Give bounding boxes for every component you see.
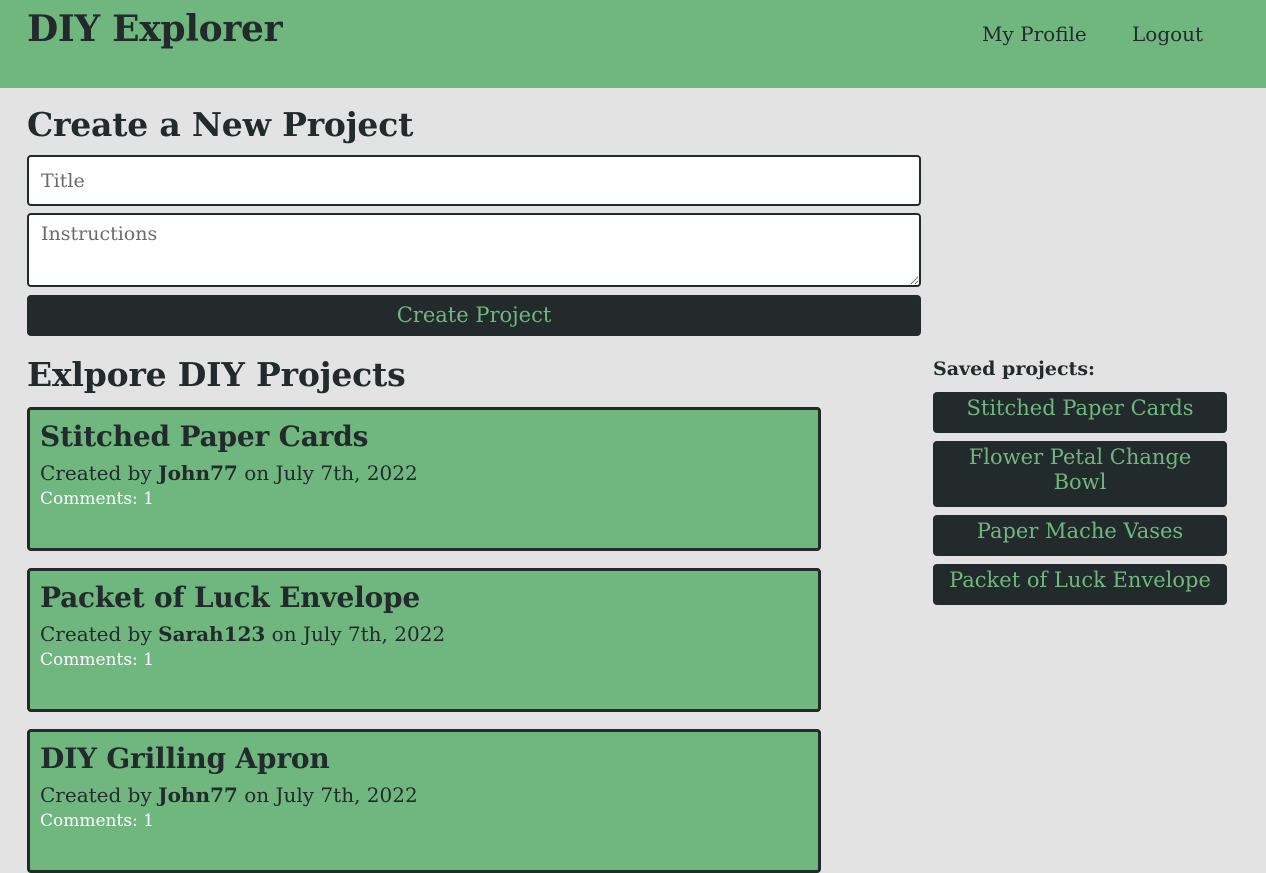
explore-projects-heading: Exlpore DIY Projects [27, 355, 406, 394]
project-comments-count: Comments: 1 [40, 811, 154, 831]
create-project-heading: Create a New Project [27, 105, 414, 144]
project-author: John77 [158, 461, 238, 485]
project-card-meta: Created by John77 on July 7th, 2022 [40, 460, 808, 486]
project-card-title[interactable]: DIY Grilling Apron [40, 742, 808, 776]
project-card[interactable]: Stitched Paper Cards Created by John77 o… [27, 407, 821, 551]
project-card-meta: Created by John77 on July 7th, 2022 [40, 782, 808, 808]
project-title-input[interactable] [27, 155, 921, 206]
project-comments-count: Comments: 1 [40, 650, 154, 670]
project-card-title[interactable]: Stitched Paper Cards [40, 420, 808, 454]
project-date: on July 7th, 2022 [244, 461, 418, 485]
project-date: on July 7th, 2022 [271, 622, 446, 646]
site-logo-title[interactable]: DIY Explorer [27, 8, 283, 50]
create-project-button[interactable]: Create Project [27, 295, 921, 336]
top-header: DIY Explorer My Profile Logout [0, 0, 1266, 88]
project-instructions-input[interactable] [27, 213, 921, 287]
project-card-meta: Created by Sarah123 on July 7th, 2022 [40, 621, 808, 647]
saved-projects-heading: Saved projects: [933, 358, 1096, 380]
created-by-label: Created by [40, 783, 152, 807]
my-profile-link[interactable]: My Profile [982, 22, 1087, 46]
logout-link[interactable]: Logout [1132, 22, 1203, 46]
project-comments-count: Comments: 1 [40, 489, 154, 509]
project-card[interactable]: DIY Grilling Apron Created by John77 on … [27, 729, 821, 873]
saved-project-button[interactable]: Stitched Paper Cards [933, 392, 1227, 433]
project-card[interactable]: Packet of Luck Envelope Created by Sarah… [27, 568, 821, 712]
saved-project-button[interactable]: Paper Mache Vases [933, 515, 1227, 556]
created-by-label: Created by [40, 461, 152, 485]
project-card-title[interactable]: Packet of Luck Envelope [40, 581, 808, 615]
project-author: John77 [158, 783, 238, 807]
saved-project-button[interactable]: Packet of Luck Envelope [933, 564, 1227, 605]
created-by-label: Created by [40, 622, 152, 646]
project-author: Sarah123 [158, 622, 266, 646]
project-date: on July 7th, 2022 [244, 783, 418, 807]
saved-project-button[interactable]: Flower Petal Change Bowl [933, 441, 1227, 507]
